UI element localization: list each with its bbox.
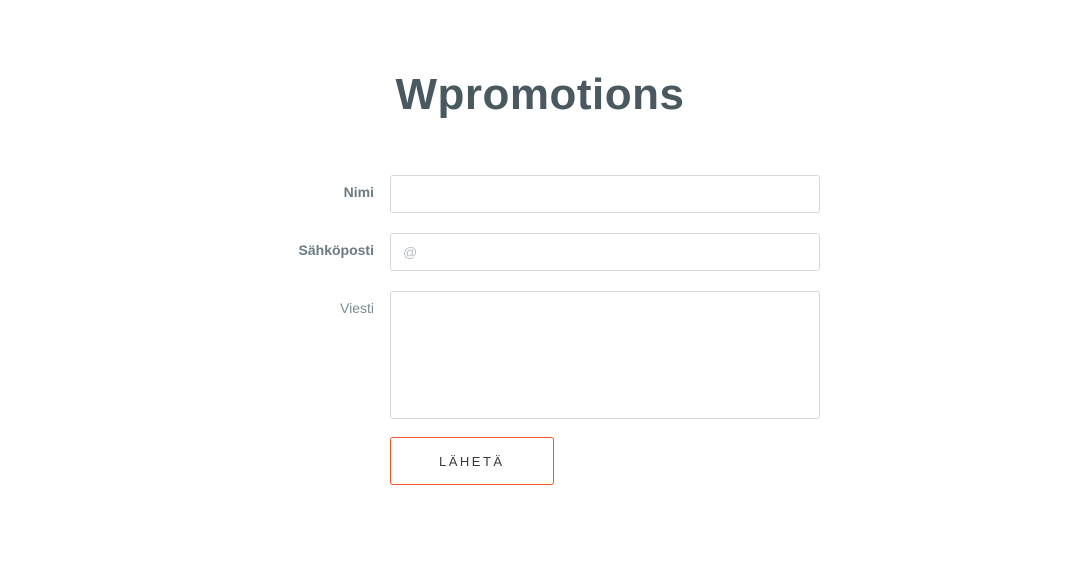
email-label: Sähköposti [260, 233, 390, 258]
button-row: Lähetä [260, 437, 820, 485]
email-row: Sähköposti [260, 233, 820, 271]
name-input[interactable] [390, 175, 820, 213]
name-label: Nimi [260, 175, 390, 200]
message-row: Viesti [260, 291, 820, 419]
page-title: Wpromotions [395, 70, 684, 120]
contact-form: Nimi Sähköposti Viesti Lähetä [260, 175, 820, 485]
message-label: Viesti [260, 291, 390, 316]
message-textarea[interactable] [390, 291, 820, 419]
submit-button[interactable]: Lähetä [390, 437, 554, 485]
email-input[interactable] [390, 233, 820, 271]
name-row: Nimi [260, 175, 820, 213]
